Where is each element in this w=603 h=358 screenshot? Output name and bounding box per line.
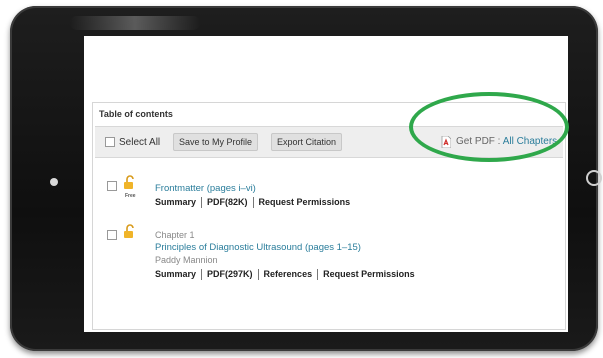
- link-separator: [201, 269, 203, 281]
- link-separator: [201, 197, 203, 209]
- frontmatter-links: Summary PDF(82K) Request Permissions: [155, 197, 351, 209]
- tablet-sheen: [70, 16, 200, 30]
- free-tag: Free: [125, 193, 136, 199]
- select-all-checkbox[interactable]: [105, 137, 115, 147]
- camera-dot: [50, 178, 58, 186]
- summary-link[interactable]: Summary: [155, 197, 196, 207]
- unlocked-lock-icon: [124, 224, 134, 238]
- frontmatter-title-link[interactable]: Frontmatter (pages i–vi): [155, 183, 256, 194]
- home-button[interactable]: [586, 170, 602, 186]
- request-permissions-link[interactable]: Request Permissions: [323, 269, 415, 279]
- tablet-screen: Table of contents Select All Save to My …: [84, 36, 568, 332]
- save-to-profile-button[interactable]: Save to My Profile: [173, 133, 259, 151]
- link-separator: [257, 269, 259, 281]
- link-separator: [252, 197, 254, 209]
- chapter-title-link[interactable]: Principles of Diagnostic Ultrasound (pag…: [155, 242, 361, 253]
- tablet-frame: Table of contents Select All Save to My …: [10, 6, 602, 351]
- request-permissions-link[interactable]: Request Permissions: [259, 197, 351, 207]
- entry-checkbox[interactable]: [107, 230, 117, 240]
- unlocked-lock-icon: [124, 175, 134, 189]
- references-link[interactable]: References: [264, 269, 313, 279]
- pdf-link[interactable]: PDF(82K): [207, 197, 248, 207]
- highlight-circle: [409, 92, 569, 162]
- select-all-label: Select All: [119, 137, 161, 148]
- entry-checkbox[interactable]: [107, 181, 117, 191]
- chapter-links: Summary PDF(297K) References Request Permis…: [155, 269, 415, 281]
- link-separator: [317, 269, 319, 281]
- chapter-label: Chapter 1: [155, 230, 195, 240]
- pdf-link[interactable]: PDF(297K): [207, 269, 253, 279]
- toc-title: Table of contents: [99, 109, 173, 119]
- chapter-author: Paddy Mannion: [155, 255, 218, 265]
- export-citation-button[interactable]: Export Citation: [271, 133, 343, 151]
- summary-link[interactable]: Summary: [155, 269, 196, 279]
